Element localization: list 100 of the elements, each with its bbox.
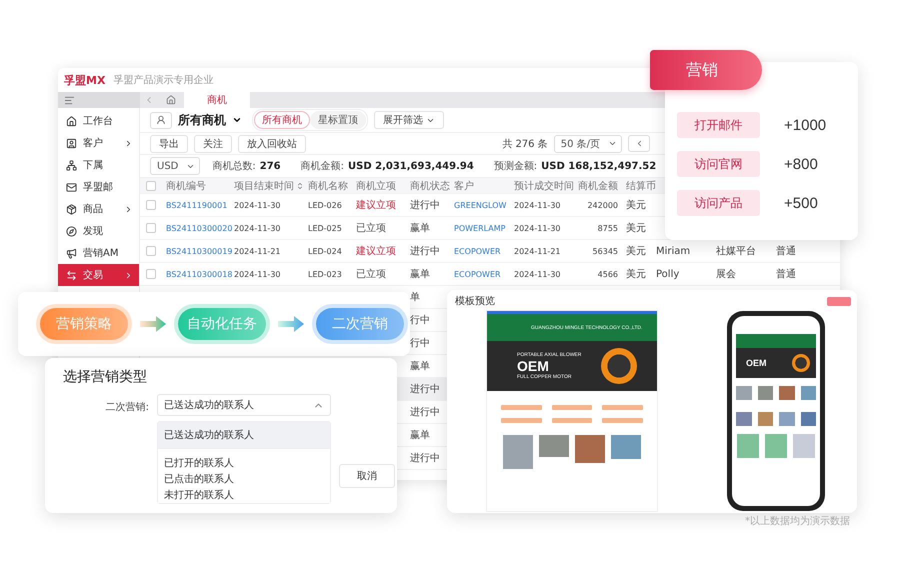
footnote: *以上数据均为演示数据 [745, 514, 850, 528]
sidebar-item[interactable]: 发现 [58, 220, 139, 242]
table-link[interactable]: POWERLAMP [450, 224, 506, 232]
filter-button[interactable]: 展开筛选 [374, 111, 444, 129]
row-checkbox[interactable] [146, 200, 156, 210]
segment-tab[interactable]: 星标置顶 [310, 111, 366, 129]
sidebar-item[interactable]: 工作台 [58, 110, 139, 132]
hierarchy-icon [66, 160, 77, 170]
table-link[interactable]: BS24110300020 [162, 224, 232, 232]
caret-icon[interactable] [232, 115, 242, 125]
certificate-placeholder [737, 434, 759, 458]
photo-placeholder [779, 386, 794, 400]
menu-icon[interactable] [64, 94, 75, 106]
table-link[interactable]: BS24110300019 [162, 246, 232, 256]
action-button[interactable]: 导出 [150, 134, 188, 152]
sidebar-item[interactable]: 商品 [58, 198, 139, 220]
row-checkbox[interactable] [146, 269, 156, 279]
photo-placeholder [779, 412, 794, 426]
stat-label: 预测金额: [494, 160, 538, 173]
table-cell-text: 2024-11-30 [513, 200, 560, 210]
table-cell-text: 8755 [596, 224, 619, 232]
segment-tab[interactable]: 所有商机 [254, 111, 310, 129]
row-checkbox[interactable] [146, 223, 156, 233]
certificate-placeholder [793, 434, 815, 458]
table-cell-text: 进行中 [409, 406, 440, 419]
column-header: 结算币 [625, 180, 656, 192]
action-tag: 打开邮件 [677, 112, 760, 138]
chevron-icon [608, 139, 617, 148]
photo-placeholder [736, 386, 752, 400]
table-cell-text: 美元 [625, 268, 646, 281]
fan-drawing [601, 348, 637, 384]
banner-title: OEM [746, 358, 767, 368]
sidebar-item[interactable]: 交易 [58, 264, 139, 286]
tab[interactable]: 商机 [184, 92, 250, 108]
sidebar-item[interactable]: 孚盟邮 [58, 176, 139, 198]
apply-button[interactable] [827, 296, 851, 306]
stat-label: 商机金额: [300, 160, 344, 173]
home-icon[interactable] [166, 95, 176, 105]
currency-select[interactable]: USD [150, 157, 200, 175]
row-checkbox[interactable] [146, 246, 156, 256]
table-cell-text: Miriam [655, 246, 690, 256]
action-button[interactable]: 放入回收站 [238, 134, 306, 152]
action-tag: 访问产品 [677, 190, 760, 216]
prev-page-button[interactable] [628, 135, 650, 152]
flow-step: 二次营销 [312, 304, 408, 344]
cancel-button[interactable]: 取消 [339, 464, 395, 488]
total-count: 共 276 条 [502, 138, 548, 150]
photo-placeholder [800, 412, 816, 426]
sidebar-item[interactable]: 客户 [58, 132, 139, 154]
column-header: 商机编号 [165, 180, 206, 192]
table-cell-text: LED-024 [307, 246, 342, 256]
table-cell-text: LED-025 [307, 224, 342, 232]
action-button[interactable]: 关注 [194, 134, 232, 152]
dropdown-option[interactable]: 已送达成功的联系人 [158, 422, 330, 449]
dropdown-option[interactable]: 未打开的联系人 [158, 487, 330, 503]
table-cell-text: 进行中 [409, 452, 440, 465]
view-title[interactable]: 所有商机 [178, 112, 226, 128]
sort-icon[interactable] [296, 182, 304, 190]
points-value: +1000 [784, 116, 826, 134]
table-cell-text: 普通 [775, 244, 796, 258]
table-link[interactable]: BS2411190001 [162, 200, 228, 210]
table-cell-text: 单 [409, 290, 420, 304]
chevron-icon [124, 138, 133, 148]
table-cell-text: 2024-11-30 [233, 270, 280, 278]
table-cell-text: 普通 [775, 268, 796, 281]
table-link[interactable]: GREENGLOW [450, 200, 506, 210]
sidebar-item[interactable]: 下属 [58, 154, 139, 176]
table-link[interactable]: ECOPOWER [450, 246, 501, 256]
column-header: 商机立项 [355, 180, 396, 192]
marketing-type-select[interactable]: 已送达成功的联系人 [157, 394, 331, 416]
table-cell-text: 展会 [715, 268, 736, 281]
photo-placeholder [539, 435, 569, 457]
table-cell-text: 4566 [596, 270, 619, 278]
select-all-checkbox[interactable] [146, 180, 156, 190]
sidebar-item[interactable]: 营销AM [58, 242, 139, 264]
preview-title: 模板预览 [455, 294, 495, 308]
mail-icon [66, 182, 77, 192]
person-icon [156, 115, 166, 125]
contact-button[interactable] [150, 112, 172, 128]
fan-drawing [792, 354, 810, 372]
column-header: 预计成交时间 [513, 180, 574, 192]
table-link[interactable]: BS24110300018 [162, 270, 232, 278]
action-tag: 访问官网 [677, 151, 760, 177]
table-cell-text: 已立项 [355, 222, 386, 235]
column-header: 项目结束时间 [230, 178, 304, 192]
table-cell-text: 建议立项 [355, 244, 396, 258]
marketing-badge: 营销 [650, 50, 762, 90]
chevron-icon [124, 204, 133, 214]
megaphone-icon [66, 248, 77, 258]
points-value: +500 [784, 194, 818, 212]
stat-value: USD 2,031,693,449.94 [348, 160, 474, 172]
table-link[interactable]: ECOPOWER [450, 270, 501, 278]
table-cell-text: 2024-11-30 [513, 224, 560, 232]
banner-title: OEM [517, 359, 550, 373]
table-cell-text: 美元 [625, 198, 646, 212]
table-cell-text: 2024-11-30 [233, 224, 280, 232]
photo-placeholder [800, 386, 816, 400]
table-cell-text: 2024-11-21 [513, 246, 560, 256]
page-size-select[interactable]: 50 条/页 [554, 134, 622, 152]
table-cell-text: 赢单 [409, 268, 430, 281]
